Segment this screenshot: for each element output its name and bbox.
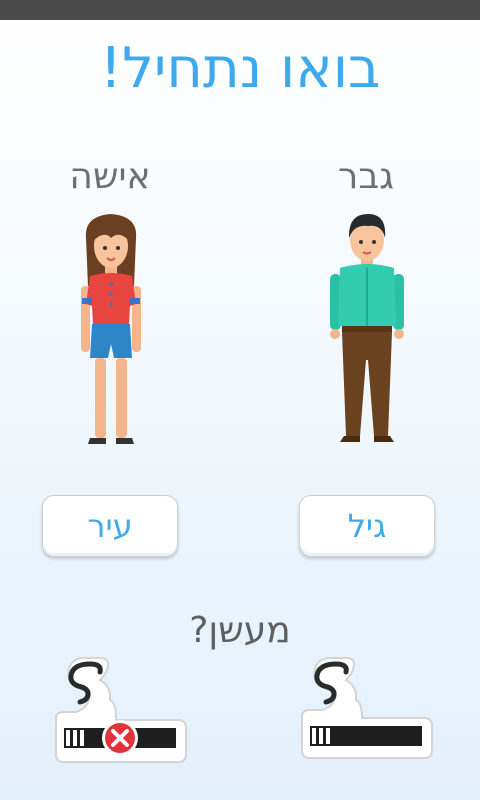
non-smoker-button[interactable] bbox=[50, 656, 190, 766]
smoker-button[interactable] bbox=[296, 656, 436, 760]
smoking-question: מעשן? bbox=[189, 610, 291, 651]
status-bar bbox=[0, 0, 480, 20]
page-title: בואו נתחיל! bbox=[99, 36, 381, 101]
age-button[interactable]: גיל bbox=[299, 495, 435, 557]
female-label: אישה bbox=[69, 156, 151, 197]
no-cigarette-icon bbox=[55, 657, 187, 763]
male-label: גבר bbox=[338, 156, 394, 197]
city-button[interactable]: עיר bbox=[42, 495, 178, 557]
female-option[interactable] bbox=[70, 208, 152, 448]
cigarette-icon bbox=[301, 657, 433, 759]
male-option[interactable] bbox=[324, 210, 410, 446]
